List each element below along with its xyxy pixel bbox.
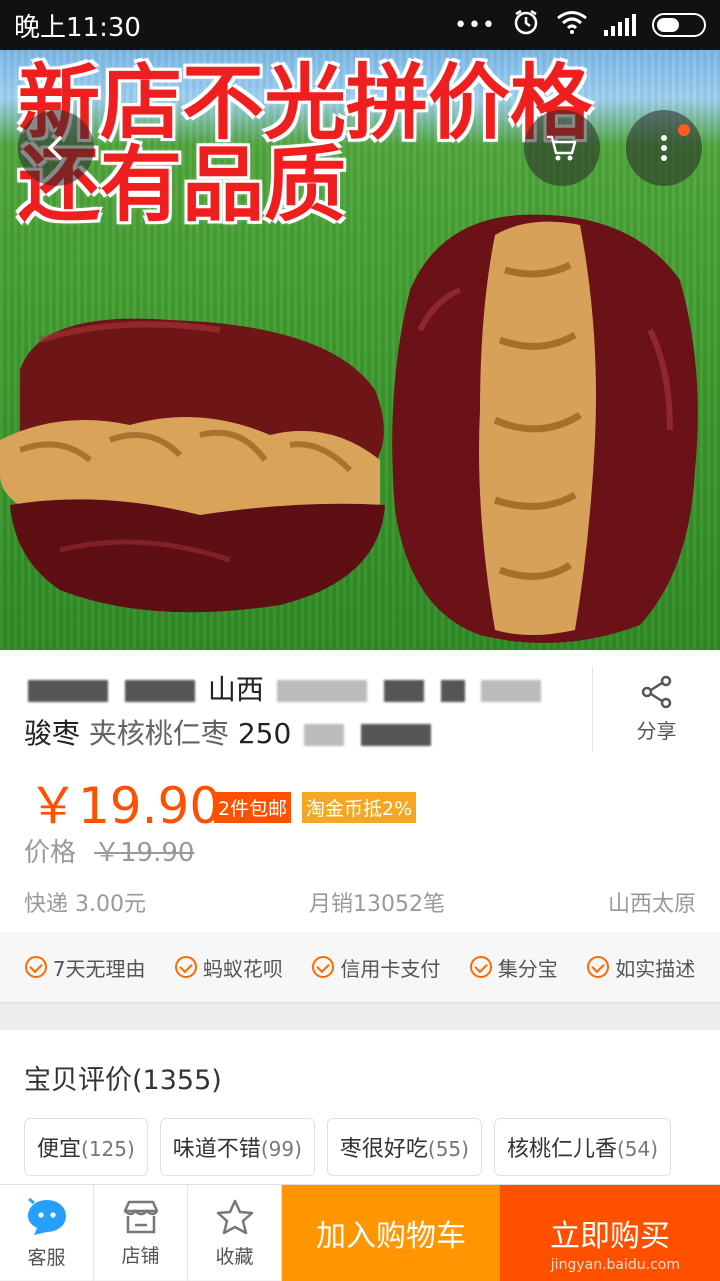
product-image[interactable]: 新店不光拼价格 还有品质 xyxy=(0,50,720,650)
taojinbi-badge: 淘金币抵2% xyxy=(302,792,417,823)
wifi-icon xyxy=(556,10,588,41)
status-bar: 晚上11:30 ••• xyxy=(0,0,720,50)
title-word: 山西 xyxy=(207,673,264,706)
redacted-text xyxy=(440,680,465,702)
check-circle-icon xyxy=(174,956,197,978)
product-title: 山西 骏枣 夹核桃仁枣 250 xyxy=(24,668,584,756)
add-to-cart-button[interactable]: 加入购物车 xyxy=(282,1185,500,1281)
cart-button[interactable] xyxy=(524,110,600,186)
service-guarantees[interactable]: 7天无理由 蚂蚁花呗 信用卡支付 集分宝 如实描述 xyxy=(0,932,720,1002)
buy-now-label: 立即购买 xyxy=(550,1219,670,1254)
favorite-button[interactable]: 收藏 xyxy=(188,1185,282,1281)
service-item: 蚂蚁花呗 xyxy=(174,953,283,982)
original-price: 价格 ￥19.90 xyxy=(24,832,194,869)
reviews-title[interactable]: 宝贝评价(1355) xyxy=(24,1058,222,1097)
title-word: 夹核桃仁枣 xyxy=(88,717,229,750)
shop-button[interactable]: 店铺 xyxy=(94,1185,188,1281)
service-item: 7天无理由 xyxy=(24,953,145,982)
redacted-text xyxy=(304,724,345,746)
redacted-text xyxy=(383,680,424,702)
watermark-text: jingyan.baidu.com xyxy=(550,1257,680,1273)
share-icon xyxy=(641,675,671,708)
back-button[interactable] xyxy=(18,110,94,186)
red-date-right-image xyxy=(392,214,698,643)
hero-headline-1: 新店不光拼价格 xyxy=(18,55,593,151)
chat-face-icon xyxy=(27,1197,66,1235)
redacted-text xyxy=(361,724,432,746)
status-time: 晚上11:30 xyxy=(14,12,141,43)
original-price-label: 价格 xyxy=(24,838,77,868)
check-circle-icon xyxy=(24,956,47,978)
star-icon xyxy=(216,1199,253,1234)
monthly-sales: 月销13052笔 xyxy=(308,892,445,917)
check-circle-icon xyxy=(587,956,610,978)
more-vertical-icon xyxy=(661,135,667,161)
title-word: 250 xyxy=(237,717,292,750)
redacted-text xyxy=(124,680,195,702)
back-arrow-icon xyxy=(48,136,62,160)
battery-icon xyxy=(652,13,706,37)
express-fee: 快递 3.00元 xyxy=(24,892,146,917)
service-item: 信用卡支付 xyxy=(312,953,440,982)
buy-now-button[interactable]: 立即购买 jingyan.baidu.com xyxy=(500,1185,720,1281)
notification-dot xyxy=(678,124,690,136)
service-item: 如实描述 xyxy=(587,953,695,982)
check-circle-icon xyxy=(469,956,492,978)
more-menu-button[interactable] xyxy=(626,110,702,186)
red-date-left-image xyxy=(0,318,385,613)
review-tag[interactable]: 核桃仁儿香(54) xyxy=(493,1118,672,1176)
customer-service-label: 客服 xyxy=(27,1246,66,1269)
signal-icon xyxy=(604,14,636,36)
shop-label: 店铺 xyxy=(121,1244,160,1267)
price-section: ￥19.90 2件包邮 淘金币抵2% 价格 ￥19.90 快递 3.00元 月销1… xyxy=(0,762,720,932)
title-word: 骏枣 xyxy=(24,717,81,750)
redacted-text xyxy=(276,680,367,702)
favorite-label: 收藏 xyxy=(215,1245,254,1268)
service-item: 集分宝 xyxy=(469,953,558,982)
original-price-value: ￥19.90 xyxy=(94,838,195,868)
redacted-text xyxy=(28,680,108,702)
reviews-section: 宝贝评价(1355) 便宜(125) 味道不错(99) 枣很好吃(55) 核桃仁… xyxy=(0,1030,720,1184)
review-tags: 便宜(125) 味道不错(99) 枣很好吃(55) 核桃仁儿香(54) xyxy=(24,1118,672,1176)
customer-service-button[interactable]: 客服 xyxy=(0,1185,94,1281)
cart-icon xyxy=(547,135,577,161)
ship-location: 山西太原 xyxy=(607,892,696,917)
bottom-action-bar: 客服 店铺 收藏 加入购物车 立即购买 jingyan.baidu.com xyxy=(0,1184,720,1281)
review-tag[interactable]: 味道不错(99) xyxy=(159,1118,315,1176)
alarm-icon xyxy=(512,8,540,43)
section-divider xyxy=(0,1002,720,1030)
shipping-info-row: 快递 3.00元 月销13052笔 山西太原 xyxy=(24,886,696,918)
current-price: ￥19.90 xyxy=(28,777,222,835)
redacted-text xyxy=(481,680,542,702)
free-shipping-badge: 2件包邮 xyxy=(214,792,292,823)
check-circle-icon xyxy=(312,956,335,978)
share-button[interactable]: 分享 xyxy=(592,666,720,752)
review-tag[interactable]: 便宜(125) xyxy=(24,1118,148,1176)
share-label: 分享 xyxy=(636,718,677,743)
shop-icon xyxy=(123,1200,158,1233)
review-tag[interactable]: 枣很好吃(55) xyxy=(326,1118,482,1176)
product-title-section: 山西 骏枣 夹核桃仁枣 250 分享 xyxy=(0,650,720,762)
more-notifications-icon: ••• xyxy=(454,12,496,38)
